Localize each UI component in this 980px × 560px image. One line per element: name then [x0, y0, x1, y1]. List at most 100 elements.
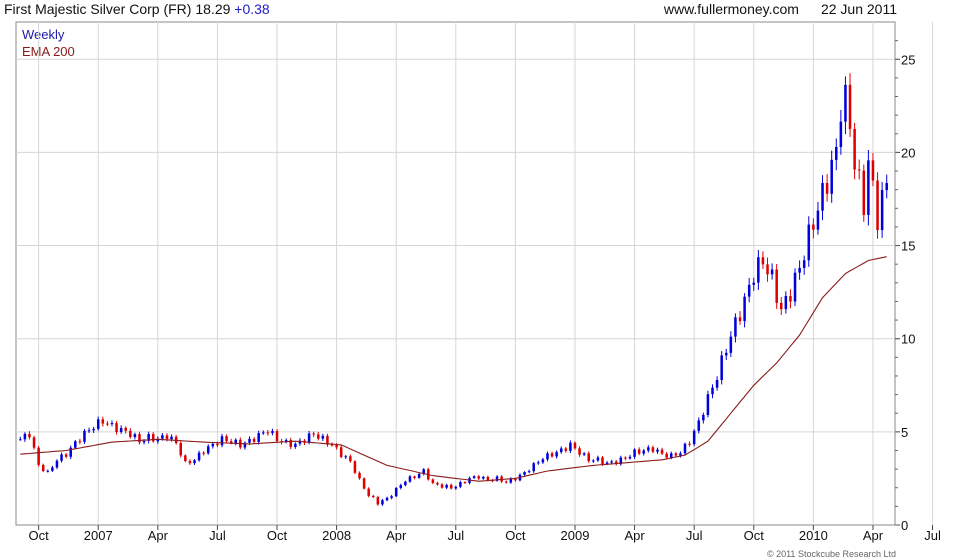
candle-body — [486, 476, 490, 481]
candle-body — [312, 433, 315, 435]
candle-body — [821, 182, 824, 211]
candle-body — [592, 460, 595, 462]
candle-body — [367, 488, 370, 496]
candle-body — [738, 317, 742, 322]
candle-body — [656, 449, 659, 452]
x-tick-label: 2008 — [322, 528, 351, 543]
x-tick-label: Jul — [447, 528, 464, 543]
candle-body — [92, 428, 95, 431]
copyright-text: © 2011 Stockcube Research Ltd — [766, 549, 896, 559]
candle-body — [335, 444, 338, 448]
candle-body — [550, 453, 554, 457]
candle-body — [64, 454, 68, 457]
x-tick-label: Apr — [624, 528, 645, 543]
candle-body — [101, 419, 105, 424]
candle-body — [596, 457, 600, 461]
candle-body — [637, 449, 641, 454]
candle-body — [138, 434, 141, 443]
y-tick-label: 10 — [901, 332, 915, 347]
y-tick-label: 5 — [901, 425, 908, 440]
candle-body — [46, 470, 50, 472]
candle-body — [780, 302, 783, 310]
candle-body — [862, 170, 866, 215]
x-tick-label: 2010 — [799, 528, 828, 543]
candle-body — [372, 495, 375, 498]
grid — [16, 22, 934, 525]
candle-body — [234, 439, 238, 443]
x-tick-label: Jul — [686, 528, 703, 543]
candle-body — [454, 486, 458, 489]
candle-body — [807, 224, 811, 261]
candle-body — [41, 464, 45, 472]
candle-body — [793, 272, 797, 302]
candle-body — [51, 467, 54, 471]
candle-body — [23, 433, 27, 440]
candle-body — [74, 441, 77, 448]
candle-body — [743, 296, 746, 322]
candle-body — [711, 387, 714, 395]
x-tick-label: Oct — [744, 528, 765, 543]
x-tick-label: Apr — [148, 528, 169, 543]
candle-body — [216, 443, 219, 446]
candle-body — [271, 431, 274, 434]
candle-body — [674, 453, 678, 456]
candle-body — [445, 484, 448, 488]
candle-body — [193, 460, 196, 464]
candle-body — [261, 432, 265, 434]
candle-body — [170, 436, 173, 440]
candle-body — [537, 462, 540, 464]
candle-body — [408, 476, 412, 482]
candle-body — [651, 447, 655, 452]
candle-body — [802, 260, 806, 268]
candle-body — [734, 317, 737, 337]
candle-body — [610, 461, 613, 463]
candle-body — [220, 436, 224, 446]
candle-body — [353, 461, 357, 473]
candle-body — [197, 452, 201, 461]
x-tick-label: Oct — [29, 528, 50, 543]
candle-body — [161, 435, 164, 439]
candle-body — [761, 257, 765, 265]
candle-body — [472, 476, 476, 479]
candle-body — [477, 476, 480, 479]
candle-body — [32, 437, 36, 448]
candle-body — [770, 269, 774, 275]
candle-body — [129, 430, 132, 438]
candle-body — [28, 433, 31, 438]
candle-body — [747, 284, 751, 297]
candle-body — [184, 455, 187, 462]
x-tick-label: 2007 — [84, 528, 113, 543]
y-tick-label: 0 — [901, 518, 908, 533]
candle-body — [697, 420, 701, 431]
candle-body — [683, 443, 687, 454]
candle-body — [816, 210, 820, 230]
candle-body — [55, 460, 59, 468]
candle-body — [702, 414, 705, 421]
candle-body — [789, 295, 792, 302]
candle-body — [60, 454, 63, 461]
candle-body — [19, 439, 22, 441]
candle-body — [381, 500, 384, 505]
candle-body — [775, 269, 778, 303]
candle-body — [541, 459, 545, 463]
candle-body — [459, 482, 462, 487]
candle-body — [482, 476, 485, 479]
candle-body — [660, 449, 664, 454]
candle-body — [83, 430, 86, 442]
x-tick-label: 2009 — [561, 528, 590, 543]
candle-body — [642, 450, 646, 454]
candle-body — [344, 456, 348, 458]
candle-body — [358, 472, 361, 479]
candle-body — [440, 484, 444, 488]
candle-body — [165, 435, 169, 440]
candle-body — [307, 433, 311, 443]
candle-body — [275, 431, 279, 442]
candle-body — [757, 257, 760, 283]
candle-body — [110, 423, 114, 425]
candle-body — [188, 461, 192, 464]
candle-body — [559, 448, 563, 453]
x-tick-label: Oct — [505, 528, 526, 543]
candle-body — [225, 436, 228, 442]
candle-body — [679, 453, 682, 456]
axes: 0 5 10 15 20 25 Oct 2007 Apr Jul Oct 2008 Apr Jul Oct 2… — [29, 40, 941, 543]
